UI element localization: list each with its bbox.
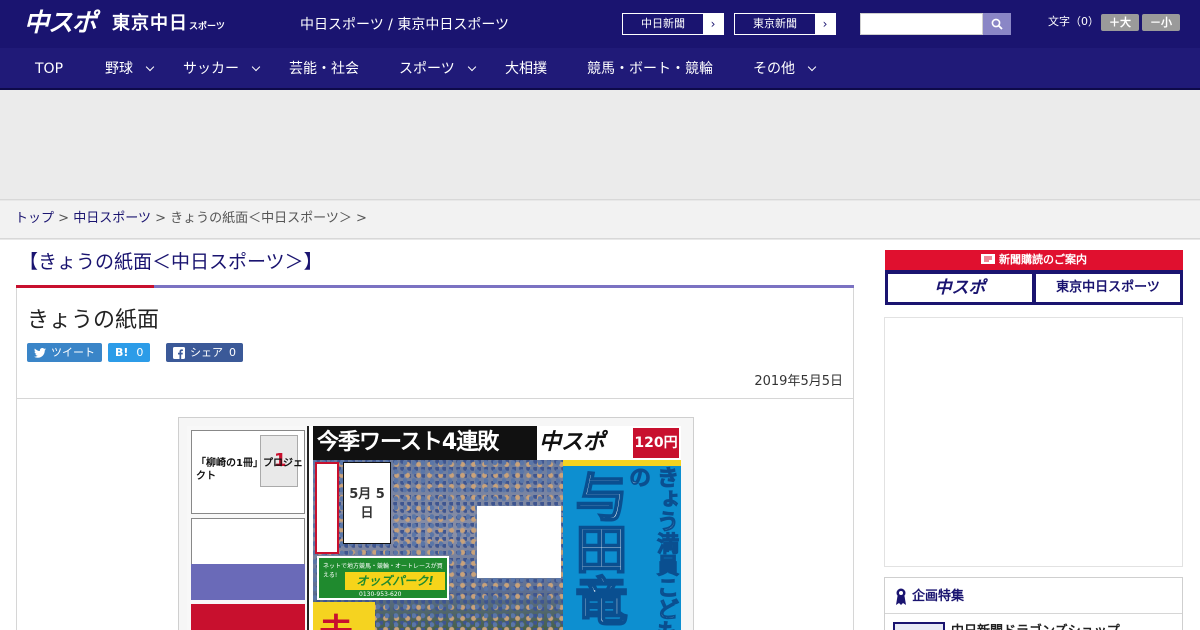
paper-date-box: 5月 5日 (343, 462, 391, 544)
article-date: 2019年5月5日 (754, 374, 843, 389)
nav-item-label: 野球 (105, 61, 133, 77)
hatena-icon: B! (115, 346, 129, 359)
search-input[interactable] (860, 13, 983, 35)
paper-vertical-sub: きょう満員こどもの (625, 466, 679, 630)
search-button[interactable] (983, 13, 1011, 35)
subscribe-chuspo-button[interactable]: 中スポ (888, 274, 1032, 302)
chevron-down-icon (467, 62, 476, 72)
paper-left-ads: 1 「柳崎の1冊」プロジェクト (187, 426, 309, 630)
nav-item-racing[interactable]: 競馬・ボート・競輪 (587, 48, 713, 88)
nav-item-soccer[interactable]: サッカー (183, 48, 261, 88)
nav-item-label: スポーツ (399, 61, 455, 77)
tokyo-shimbun-link[interactable]: 東京新聞 › (734, 13, 836, 35)
paper-price: 120円 (633, 428, 679, 458)
chevron-down-icon (145, 62, 155, 72)
chevron-down-icon (251, 62, 261, 72)
top-ad-space (0, 90, 1200, 200)
font-bigger-button[interactable]: ＋大 (1101, 14, 1139, 31)
chuspo-logo[interactable]: 中スポ (24, 8, 97, 38)
paper-ad-blue (191, 564, 305, 600)
breadcrumb-current: きょうの紙面＜中日スポーツ＞ (170, 211, 352, 226)
nav-item-top[interactable]: TOP (35, 48, 63, 88)
font-smaller-button[interactable]: －小 (1142, 14, 1180, 31)
newspaper-icon (981, 254, 995, 264)
facebook-icon (173, 346, 185, 359)
paper-ad-title: 「柳崎の1冊」プロジェクト (196, 458, 303, 482)
nav-item-label: サッカー (183, 61, 239, 77)
main-nav: TOP 野球 サッカー 芸能・社会 スポーツ 大相撲 競馬・ボート・競輪 その他 (0, 48, 1200, 90)
paper-yellow-strip (563, 460, 681, 466)
facebook-share-label: シェア (190, 346, 223, 359)
breadcrumb-separator: > (356, 211, 367, 226)
article-card: きょうの紙面 ツイート B! 0 シェア 0 2019年5月5日 1 「柳崎の1… (16, 288, 854, 630)
tweet-button[interactable]: ツイート (27, 343, 102, 362)
breadcrumb: トップ > 中日スポーツ > きょうの紙面＜中日スポーツ＞ > (0, 201, 1200, 239)
tokyo-chunichi-logo[interactable]: 東京中日スポーツ (112, 11, 225, 40)
paper-oddspark-ad: ネットで地方競馬・競輪・オートレースが買える! オッズパーク! 0130-953… (317, 556, 449, 600)
feature-heading-text: 企画特集 (912, 589, 965, 604)
twitter-icon (34, 347, 46, 358)
paper-article-text (477, 506, 561, 578)
article-divider (17, 398, 853, 399)
tweet-label: ツイート (51, 346, 95, 359)
paper-ad-red (191, 604, 305, 630)
nav-item-other[interactable]: その他 (753, 48, 817, 88)
nav-item-label: 大相撲 (505, 61, 547, 77)
facebook-share-count: 0 (229, 346, 236, 359)
sidebar-ad-space (884, 317, 1183, 567)
paper-ad-project: 1 「柳崎の1冊」プロジェクト (191, 430, 305, 514)
ribbon-icon (896, 588, 906, 605)
nav-item-label: その他 (753, 61, 795, 77)
paper-red-block: 未 (313, 602, 375, 630)
chevron-right-icon: › (703, 14, 723, 34)
subscribe-heading-text: 新聞購読のご案内 (999, 253, 1087, 266)
nav-item-baseball[interactable]: 野球 (105, 48, 155, 88)
font-size-label: 文字（0） (1048, 15, 1099, 28)
chevron-down-icon (807, 62, 817, 72)
hatena-bookmark-button[interactable]: B! 0 (108, 343, 151, 362)
newspaper-front-page-image[interactable]: 1 「柳崎の1冊」プロジェクト 今季ワースト4連敗 中スポ 120円 5月 5日… (178, 417, 694, 630)
feature-divider (885, 613, 1182, 614)
breadcrumb-top[interactable]: トップ (15, 211, 54, 226)
hatena-count: 0 (136, 346, 144, 359)
breadcrumb-chunichi-sports[interactable]: 中日スポーツ (73, 211, 151, 226)
chunichi-shimbun-link-label: 中日新聞 (641, 17, 685, 30)
nav-item-sumo[interactable]: 大相撲 (505, 48, 547, 88)
subscribe-tokyo-chunichi-button[interactable]: 東京中日スポーツ (1036, 274, 1180, 302)
tokyo-chunichi-logo-small: スポーツ (189, 22, 225, 32)
nav-item-entertainment[interactable]: 芸能・社会 (289, 48, 359, 88)
paper-date-day: 5月 5日 (349, 487, 385, 521)
oddspark-banner: オッズパーク! (345, 572, 445, 590)
section-heading: 【きょうの紙面＜中日スポーツ＞】 (19, 251, 323, 273)
paper-right-column: きょう満員こどもの 与田竜 (563, 460, 681, 630)
subscribe-heading: 新聞購読のご案内 (885, 250, 1183, 270)
nav-item-label: TOP (35, 61, 64, 77)
subscribe-panel: 新聞購読のご案内 中スポ 東京中日スポーツ (885, 250, 1183, 305)
header-bar: 中スポ 東京中日スポーツ 中日スポーツ / 東京中日スポーツ 中日新聞 › 東京… (0, 0, 1200, 48)
feature-thumbnail[interactable] (893, 622, 945, 630)
feature-item-link[interactable]: 中日新聞ドラゴンズショップ (951, 620, 1120, 630)
feature-panel: 企画特集 中日新聞ドラゴンズショップ (884, 577, 1183, 630)
nav-item-sports[interactable]: スポーツ (399, 48, 476, 88)
paper-subscribe-box (315, 462, 339, 554)
paper-vertical-big: 与田竜 (565, 469, 627, 627)
chunichi-shimbun-link[interactable]: 中日新聞 › (622, 13, 724, 35)
facebook-share-button[interactable]: シェア 0 (166, 343, 243, 362)
tokyo-shimbun-link-label: 東京新聞 (753, 17, 797, 30)
paper-headline: 今季ワースト4連敗 (313, 426, 563, 460)
tokyo-chunichi-logo-text: 東京中日 (112, 13, 188, 34)
nav-item-label: 芸能・社会 (289, 61, 359, 77)
chevron-right-icon: › (815, 14, 835, 34)
paper-big-char: 未 (319, 604, 353, 630)
feature-heading: 企画特集 (895, 588, 964, 606)
article-title: きょうの紙面 (27, 308, 160, 333)
site-title: 中日スポーツ / 東京中日スポーツ (300, 17, 510, 33)
newspaper-page: 1 「柳崎の1冊」プロジェクト 今季ワースト4連敗 中スポ 120円 5月 5日… (187, 426, 681, 630)
breadcrumb-separator: > (155, 211, 166, 226)
nav-item-label: 競馬・ボート・競輪 (587, 61, 713, 77)
oddspark-phone: 0130-953-620 (359, 591, 402, 598)
paper-brand: 中スポ (537, 426, 633, 460)
search-icon (991, 18, 1003, 30)
breadcrumb-separator: > (58, 211, 70, 226)
